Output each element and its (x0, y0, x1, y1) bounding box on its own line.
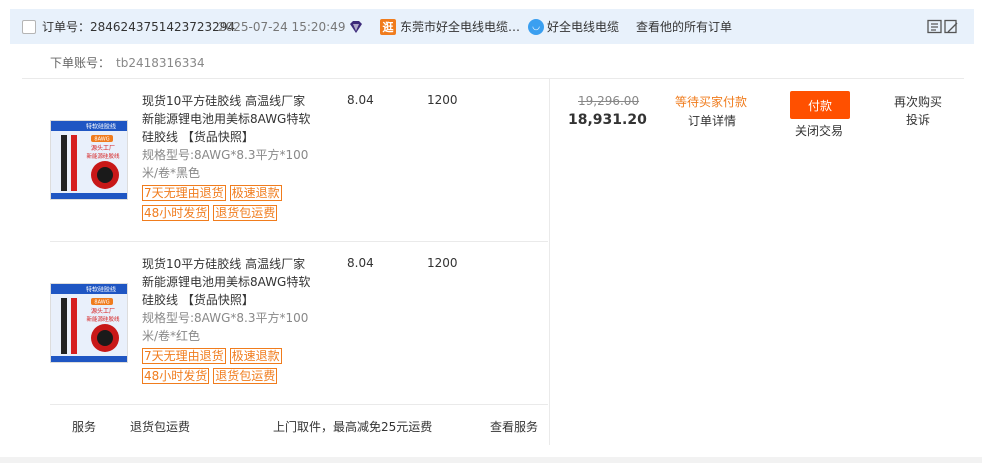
account-label: 下单账号： (50, 56, 111, 70)
shop-icon: 逛 (380, 18, 396, 35)
account-value: tb2418316334 (116, 56, 205, 70)
tag-48h-ship[interactable]: 48小时发货 (142, 205, 210, 221)
order-number-group: 订单号： 2846243751423723294 (42, 9, 235, 44)
original-total: 19,296.00 (578, 94, 640, 108)
tag-7day-return[interactable]: 7天无理由退货 (142, 185, 226, 201)
tag-return-shipping[interactable]: 退货包运费 (213, 205, 278, 221)
product-title-2[interactable]: 现货10平方硅胶线 高温线厂家新能源锂电池用美标8AWG特软硅胶线 【货品快照】 (142, 255, 317, 309)
tag-fast-refund[interactable]: 极速退款 (229, 348, 282, 364)
tag-row-1b: 48小时发货 退货包运费 (142, 205, 278, 221)
complain-link[interactable]: 投诉 (906, 111, 930, 128)
pay-button[interactable]: 付款 (790, 91, 850, 119)
unit-price-1: 8.04 (347, 93, 374, 107)
svg-text:源头工厂: 源头工厂 (91, 307, 115, 315)
service-desc: 上门取件，最高减免25元运费 (273, 420, 433, 434)
service-name: 退货包运费 (130, 420, 191, 434)
product-title-1[interactable]: 现货10平方硅胶线 高温线厂家新能源锂电池用美标8AWG特软硅胶线 【货品快照】 (142, 92, 317, 146)
svg-text:新能源硅胶线: 新能源硅胶线 (86, 152, 120, 160)
divider-service (50, 404, 548, 405)
shop-link[interactable]: 逛 东莞市好全电线电缆… (380, 9, 520, 44)
note-icon[interactable] (926, 19, 960, 35)
bottom-strip (0, 457, 982, 463)
diamond-icon-wrap[interactable] (348, 9, 364, 44)
product-thumbnail[interactable]: 特软硅胶线 8AWG 源头工厂 新能源硅胶线 (50, 120, 128, 200)
view-all-orders[interactable]: 查看他的所有订单 (636, 18, 732, 35)
product-spec-1: 规格型号:8AWG*8.3平方*100米/卷*黑色 (142, 148, 309, 180)
note-icon-wrap[interactable] (926, 9, 960, 44)
tag-row-1a: 7天无理由退货 极速退款 (142, 185, 282, 201)
order-detail-link[interactable]: 订单详情 (688, 112, 736, 129)
diamond-icon[interactable] (348, 19, 364, 35)
order-checkbox[interactable] (22, 19, 36, 34)
order-date-wrap: 2025-07-24 15:20:49 (218, 9, 345, 44)
seller-chat-link[interactable]: ◡ 好全电线电缆 (528, 9, 619, 44)
tag-return-shipping[interactable]: 退货包运费 (213, 368, 278, 384)
order-number: 2846243751423723294 (90, 19, 236, 34)
tag-48h-ship[interactable]: 48小时发货 (142, 368, 210, 384)
divider-vertical (549, 79, 550, 445)
product-thumbnail[interactable]: 特软硅胶线 8AWG 源头工厂 新能源硅胶线 (50, 283, 128, 363)
divider-items (50, 241, 548, 242)
service-label: 服务 (72, 420, 97, 434)
seller-name[interactable]: 好全电线电缆 (547, 18, 619, 35)
shop-name[interactable]: 东莞市好全电线电缆… (400, 18, 520, 35)
unit-price-2: 8.04 (347, 256, 374, 270)
tag-row-2a: 7天无理由退货 极速退款 (142, 348, 282, 364)
tag-row-2b: 48小时发货 退货包运费 (142, 368, 278, 384)
svg-text:8AWG: 8AWG (94, 300, 109, 306)
svg-text:特软硅胶线: 特软硅胶线 (86, 286, 116, 294)
svg-text:源头工厂: 源头工厂 (91, 144, 115, 152)
order-checkbox-wrap[interactable] (22, 9, 36, 44)
view-all-orders-link[interactable]: 查看他的所有订单 (636, 9, 732, 44)
order-status: 等待买家付款 (675, 95, 748, 109)
svg-text:新能源硅胶线: 新能源硅胶线 (86, 315, 120, 323)
tag-fast-refund[interactable]: 极速退款 (229, 185, 282, 201)
svg-text:8AWG: 8AWG (94, 137, 109, 143)
tag-7day-return[interactable]: 7天无理由退货 (142, 348, 226, 364)
product-spec-2: 规格型号:8AWG*8.3平方*100米/卷*红色 (142, 311, 309, 343)
order-account: 下单账号： tb2418316334 (50, 54, 205, 71)
divider-top (22, 78, 964, 79)
paid-total: 18,931.20 (568, 112, 647, 128)
rebuy-link[interactable]: 再次购买 (894, 93, 942, 110)
order-date: 2025-07-24 15:20:49 (218, 19, 346, 34)
order-header: 订单号： 2846243751423723294 2025-07-24 15:2… (10, 9, 974, 44)
quantity-2: 1200 (427, 256, 458, 270)
chat-icon[interactable]: ◡ (528, 18, 544, 35)
close-order-link[interactable]: 关闭交易 (795, 122, 843, 139)
quantity-1: 1200 (427, 93, 458, 107)
svg-text:特软硅胶线: 特软硅胶线 (86, 123, 116, 131)
order-number-label: 订单号： (42, 20, 91, 34)
view-service-link[interactable]: 查看服务 (490, 418, 538, 435)
